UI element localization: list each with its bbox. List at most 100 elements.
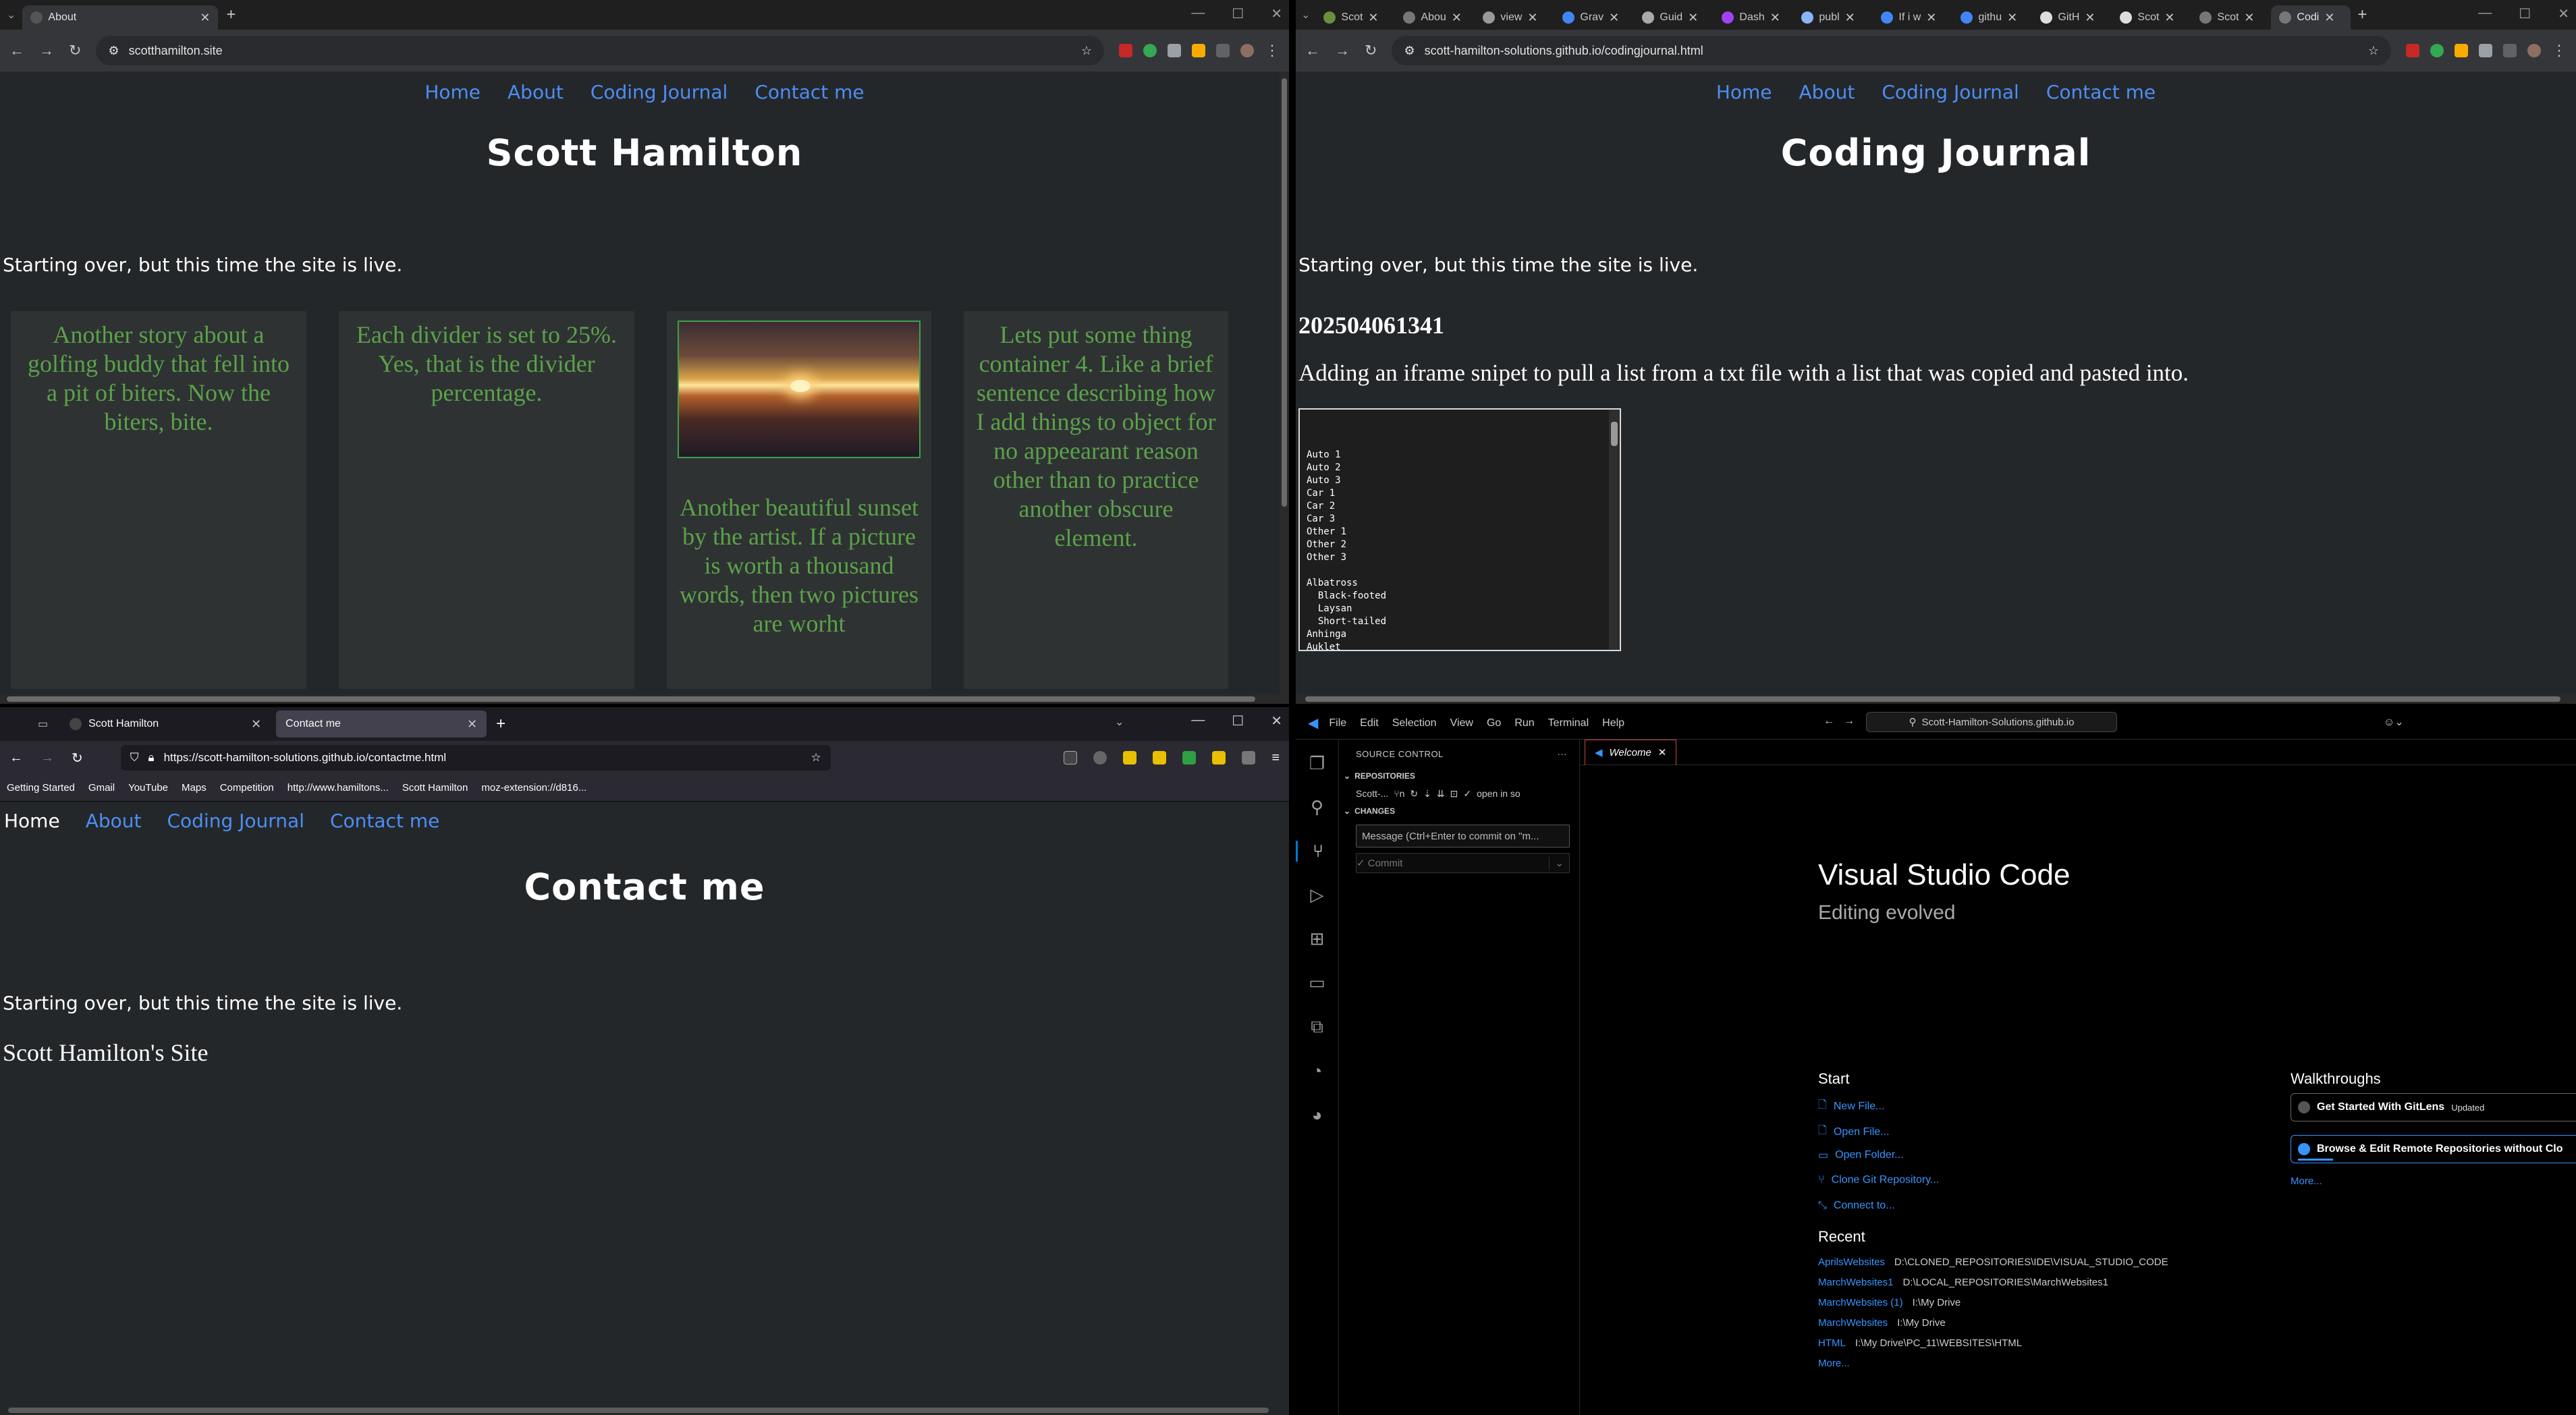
nav-home-link[interactable]: Home — [1716, 81, 1772, 103]
nav-about-link[interactable]: About — [86, 810, 142, 832]
iframe-scrollbar[interactable] — [1609, 410, 1620, 650]
tab-contact-me[interactable]: Contact me ✕ — [276, 711, 487, 738]
horizontal-scrollbar[interactable] — [0, 694, 1289, 704]
repositories-section[interactable]: ⌄ REPOSITORIES — [1340, 768, 1579, 784]
nav-coding-journal-link[interactable]: Coding Journal — [167, 810, 304, 832]
extensions-puzzle-icon[interactable] — [1216, 44, 1230, 57]
command-center-search[interactable]: ⚲ Scott-Hamilton-Solutions.github.io — [1866, 712, 2117, 732]
branch-icon[interactable]: ⑂n — [1394, 788, 1404, 799]
new-tab-button[interactable]: + — [496, 715, 505, 733]
extension-icon[interactable] — [1212, 751, 1226, 765]
new-file-link[interactable]: 🗋︎ New File... — [1818, 1097, 1884, 1115]
maximize-icon[interactable]: ☐ — [1232, 5, 1244, 22]
git-graph-icon[interactable]: ⧉ — [1311, 1016, 1323, 1038]
recent-name[interactable]: MarchWebsites — [1818, 1317, 1888, 1329]
nav-home-link[interactable]: Home — [424, 81, 481, 103]
bookmark-star-icon[interactable]: ☆ — [1081, 44, 1092, 58]
drive-extension-icon[interactable] — [2430, 44, 2444, 57]
tab-search-icon[interactable]: ⌄ — [7, 8, 16, 22]
connect-to-link[interactable]: ⤡ Connect to... — [1818, 1200, 1895, 1212]
tab-item[interactable]: Dash ✕ — [1714, 5, 1793, 30]
shield-icon[interactable]: ⛉ — [130, 751, 139, 765]
tab-item[interactable]: Scot ✕ — [2112, 5, 2191, 30]
extension-icon[interactable] — [1182, 751, 1197, 765]
maximize-icon[interactable]: ☐ — [1232, 713, 1244, 729]
extension-icon[interactable] — [1153, 751, 1167, 765]
commit-message-input[interactable]: Message (Ctrl+Enter to commit on "m... — [1356, 825, 1570, 848]
open-folder-link[interactable]: ▭ Open Folder... — [1818, 1148, 1904, 1162]
recent-item[interactable]: MarchWebsites1 D:\LOCAL_REPOSITORIES\Marc… — [1818, 1277, 2108, 1288]
changes-section[interactable]: ⌄ CHANGES — [1340, 803, 1579, 819]
stash-icon[interactable]: ⊡ — [1450, 788, 1458, 800]
tab-item[interactable]: Guid ✕ — [1634, 5, 1714, 30]
recent-item[interactable]: MarchWebsites I:\My Drive — [1818, 1317, 1946, 1329]
extensions-icon[interactable]: ⊞ — [1310, 928, 1325, 949]
close-window-icon[interactable]: ✕ — [2558, 5, 2569, 22]
save-extension-icon[interactable] — [2479, 44, 2492, 57]
recent-name[interactable]: AprilsWebsites — [1818, 1256, 1885, 1268]
nav-coding-journal-link[interactable]: Coding Journal — [1882, 81, 2019, 103]
close-tab-icon[interactable]: ✕ — [251, 717, 261, 731]
close-tab-icon[interactable]: ✕ — [1658, 746, 1667, 758]
list-iframe[interactable]: Auto 1 Auto 2 Auto 3 Car 1 Car 2 Car 3 O… — [1298, 408, 1621, 651]
forward-icon[interactable]: → — [39, 42, 54, 59]
back-icon[interactable]: ← — [1824, 715, 1834, 727]
bookmark-competition-folder[interactable]: Competition — [220, 782, 274, 794]
remote-explorer-icon[interactable]: ▭ — [1309, 972, 1325, 993]
pdf-extension-icon[interactable] — [1119, 44, 1132, 57]
new-tab-button[interactable]: + — [2357, 5, 2367, 24]
tab-item[interactable]: view ✕ — [1475, 5, 1554, 30]
forward-icon[interactable]: → — [1335, 42, 1350, 59]
extension-icon[interactable] — [1123, 751, 1137, 765]
extensions-puzzle-icon[interactable] — [1242, 751, 1256, 765]
nav-about-link[interactable]: About — [508, 81, 564, 103]
new-tab-button[interactable]: + — [226, 5, 236, 24]
menu-go[interactable]: Go — [1487, 717, 1501, 729]
bookmark-getting-started[interactable]: Getting Started — [7, 782, 75, 794]
walkthrough-remote-repos[interactable]: Browse & Edit Remote Repositories withou… — [2291, 1135, 2576, 1163]
back-icon[interactable]: ← — [9, 750, 23, 766]
vertical-scrollbar[interactable] — [1280, 72, 1289, 694]
more-walkthroughs-link[interactable]: More... — [2291, 1175, 2322, 1187]
tab-item[interactable]: Abou ✕ — [1395, 5, 1475, 30]
pdf-extension-icon[interactable] — [2406, 44, 2419, 57]
gitlens-icon[interactable]: ◕ — [1312, 1105, 1323, 1126]
bookmark-hamiltons[interactable]: http://www.hamiltons... — [287, 782, 389, 794]
url-field[interactable]: ⚙ scott-hamilton-solutions.github.io/cod… — [1392, 36, 2391, 65]
menu-run[interactable]: Run — [1514, 717, 1534, 729]
timeline-icon[interactable]: ◔ — [1312, 1061, 1323, 1082]
checkmark-icon[interactable]: ✓ — [1463, 788, 1471, 800]
menu-kebab-icon[interactable]: ⋮ — [1265, 42, 1280, 59]
recent-name[interactable]: MarchWebsites1 — [1818, 1277, 1893, 1288]
tab-item[interactable]: publ ✕ — [1793, 5, 1873, 30]
tab-item[interactable]: githu ✕ — [1952, 5, 2032, 30]
walkthrough-gitlens[interactable]: Get Started With GitLens Updated — [2291, 1093, 2576, 1121]
tab-item[interactable]: GitH ✕ — [2032, 5, 2112, 30]
recent-name[interactable]: HTML — [1818, 1337, 1846, 1349]
nav-contact-link[interactable]: Contact me — [755, 81, 864, 103]
recent-item[interactable]: AprilsWebsites D:\CLONED_REPOSITORIES\IDE… — [1818, 1256, 2168, 1268]
reload-icon[interactable]: ↻ — [72, 750, 83, 767]
menu-hamburger-icon[interactable]: ≡ — [1271, 750, 1280, 766]
menu-terminal[interactable]: Terminal — [1548, 717, 1589, 729]
site-info-icon[interactable]: ⚙ — [108, 44, 119, 58]
recent-item[interactable]: MarchWebsites (1) I:\My Drive — [1818, 1297, 1961, 1308]
horizontal-scrollbar[interactable] — [1296, 694, 2576, 704]
recent-name[interactable]: MarchWebsites (1) — [1818, 1297, 1903, 1308]
bookmark-star-icon[interactable]: ☆ — [2368, 44, 2379, 58]
close-window-icon[interactable]: ✕ — [1271, 5, 1282, 22]
minimize-icon[interactable]: — — [2478, 5, 2492, 22]
menu-kebab-icon[interactable]: ⋮ — [2552, 42, 2567, 59]
bookmark-moz-extension[interactable]: moz-extension://d816... — [481, 782, 586, 794]
more-actions-icon[interactable]: ··· — [1558, 749, 1568, 759]
menu-edit[interactable]: Edit — [1360, 717, 1379, 729]
search-icon[interactable]: ⚲ — [1311, 797, 1323, 818]
bookmark-star-icon[interactable]: ☆ — [811, 751, 821, 765]
forward-icon[interactable]: → — [40, 750, 54, 766]
site-info-icon[interactable]: ⚙ — [1404, 44, 1415, 58]
url-field[interactable]: ⛉ 🔒︎ https://scott-hamilton-solutions.gi… — [120, 745, 831, 771]
extensions-puzzle-icon[interactable] — [2503, 44, 2517, 57]
nav-contact-link[interactable]: Contact me — [330, 810, 439, 832]
nav-about-link[interactable]: About — [1799, 81, 1855, 103]
firefox-view-icon[interactable]: ▭ — [38, 717, 48, 731]
